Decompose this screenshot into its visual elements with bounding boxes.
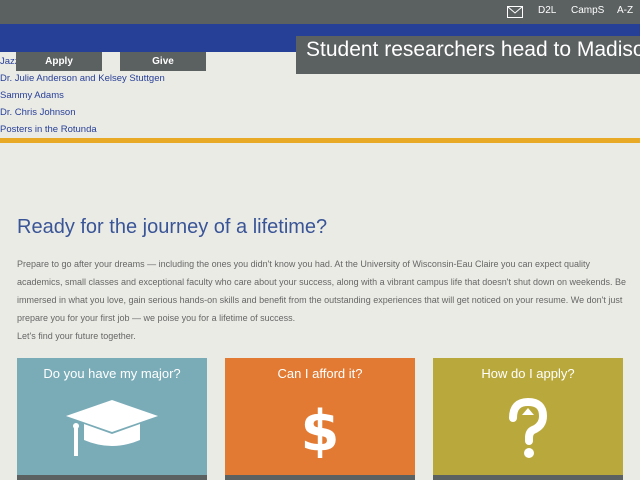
a-z-link[interactable]: A-Z — [617, 5, 633, 16]
svg-text:$: $ — [303, 399, 337, 458]
gold-divider — [0, 138, 640, 143]
story-link-chris-johnson[interactable]: Dr. Chris Johnson — [0, 107, 76, 118]
tile-major-title: Do you have my major? — [43, 366, 181, 381]
intro-paragraph: Prepare to go after your dreams — includ… — [17, 259, 627, 323]
tile-apply[interactable]: How do I apply? — [433, 358, 623, 480]
intro-cta: Let's find your future together. — [17, 331, 136, 341]
apply-button[interactable]: Apply — [16, 52, 102, 71]
page-heading: Ready for the journey of a lifetime? — [17, 216, 328, 238]
tile-apply-footer — [433, 475, 623, 480]
question-arrow-icon — [509, 398, 548, 458]
story-link-posters-rotunda[interactable]: Posters in the Rotunda — [0, 124, 97, 135]
hero-headline-box[interactable]: Student researchers head to Madison — [296, 36, 640, 74]
mail-icon[interactable] — [507, 6, 523, 18]
tile-afford[interactable]: Can I afford it? $ — [225, 358, 415, 480]
story-link-anderson-stuttgen[interactable]: Dr. Julie Anderson and Kelsey Stuttgen — [0, 73, 165, 84]
tile-afford-footer — [225, 475, 415, 480]
graduation-cap-icon — [66, 400, 158, 456]
give-button[interactable]: Give — [120, 52, 206, 71]
hero-headline: Student researchers head to Madison — [306, 38, 640, 61]
story-link-sammy-adams[interactable]: Sammy Adams — [0, 90, 64, 101]
camps-link[interactable]: CampS — [571, 5, 604, 16]
tile-afford-title: Can I afford it? — [277, 366, 363, 381]
utility-bar: D2L CampS A-Z — [0, 0, 640, 24]
tile-major-footer — [17, 475, 207, 480]
dollar-icon: $ — [303, 399, 337, 458]
d2l-link[interactable]: D2L — [538, 5, 556, 16]
tile-major[interactable]: Do you have my major? — [17, 358, 207, 480]
tile-apply-title: How do I apply? — [481, 366, 575, 381]
